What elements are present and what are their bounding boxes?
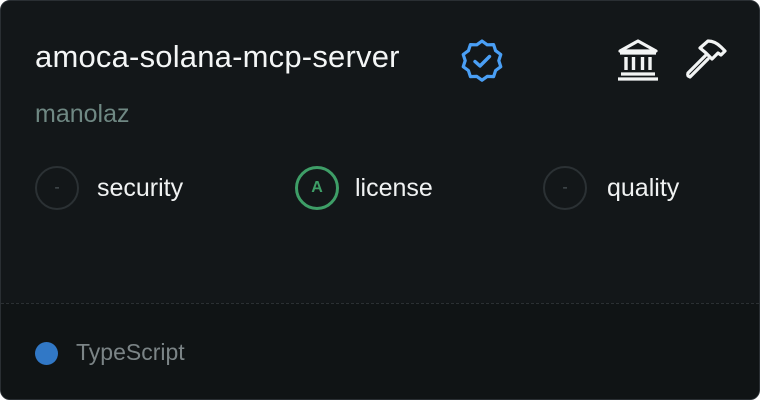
language-color-dot <box>35 342 58 365</box>
author-name[interactable]: manolaz <box>35 100 130 129</box>
license-label: license <box>355 173 433 202</box>
quality-label: quality <box>607 173 680 202</box>
quality-grade-badge: - <box>543 166 587 210</box>
verified-badge-icon <box>461 39 503 82</box>
server-title[interactable]: amoca-solana-mcp-server <box>35 39 400 75</box>
card-footer: TypeScript <box>1 303 759 399</box>
language-name: TypeScript <box>76 339 185 365</box>
license-score[interactable]: A license <box>295 164 433 212</box>
security-label: security <box>97 173 184 202</box>
license-grade-badge: A <box>295 166 339 210</box>
hammer-icon[interactable] <box>681 36 727 82</box>
security-grade-badge: - <box>35 166 79 210</box>
quality-score[interactable]: - quality <box>543 164 679 212</box>
security-score[interactable]: - security <box>35 164 183 212</box>
server-card[interactable]: amoca-solana-mcp-server manolaz - securi… <box>0 0 760 400</box>
bank-icon[interactable] <box>615 36 661 82</box>
